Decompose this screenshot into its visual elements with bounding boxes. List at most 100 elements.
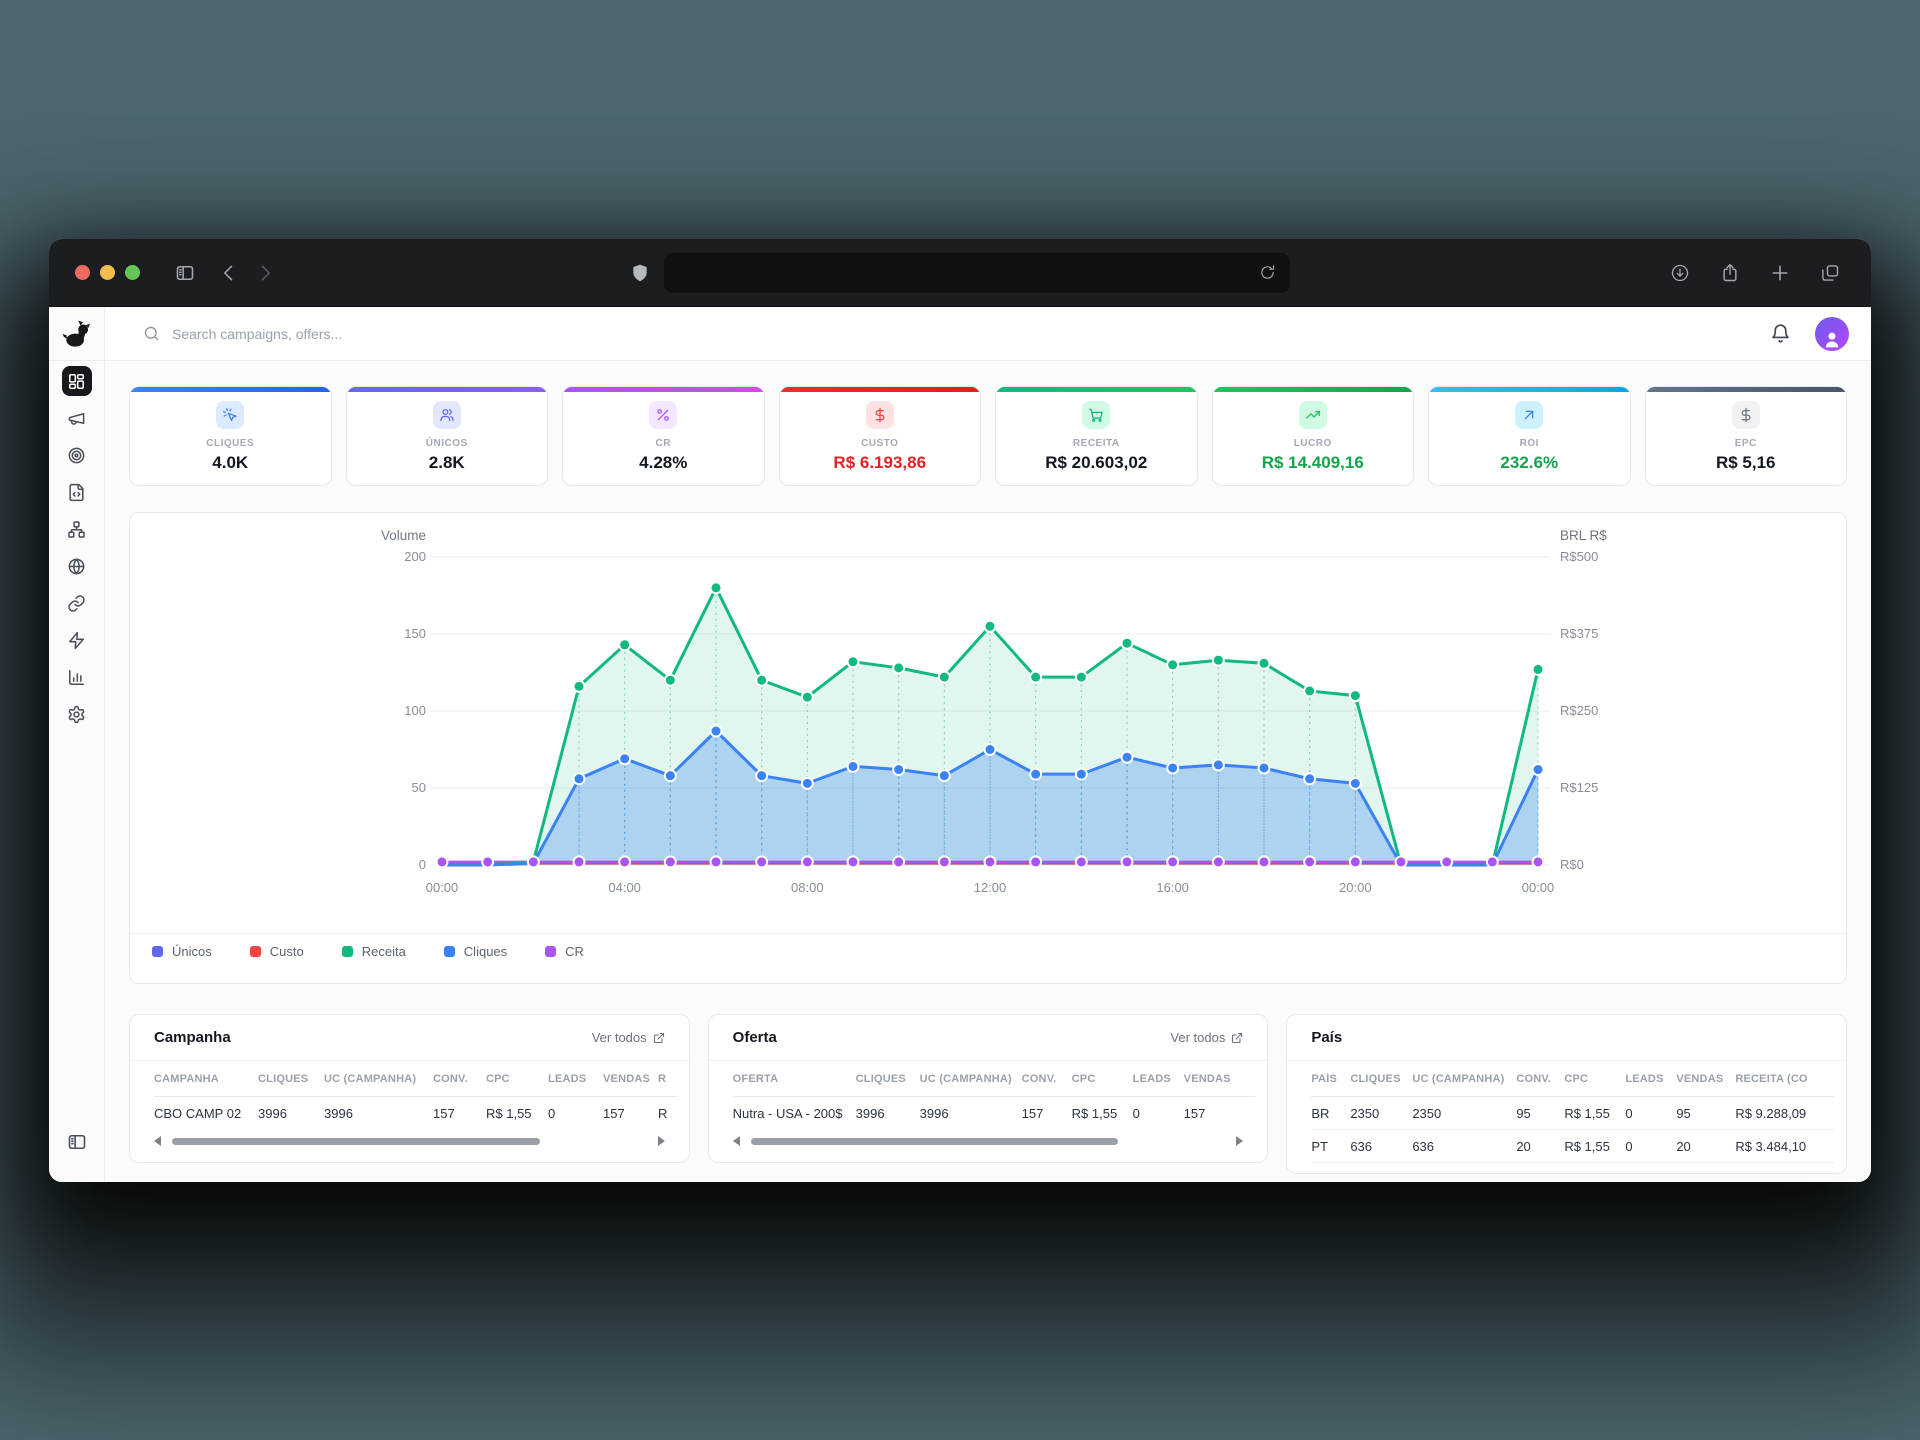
legend-item-cliques[interactable]: Cliques	[444, 944, 507, 959]
column-header: VENDAS	[1184, 1073, 1256, 1085]
target-icon	[67, 446, 86, 465]
scroll-right-arrow[interactable]	[1236, 1136, 1243, 1146]
table-row[interactable]: Nutra - USA - 200$39963996157R$ 1,550157	[733, 1097, 1256, 1130]
legend-item-cr[interactable]: CR	[545, 944, 584, 959]
gear-icon	[67, 705, 86, 724]
minimize-button[interactable]	[100, 265, 115, 280]
sidebar-item-campaigns[interactable]	[62, 403, 92, 433]
sidebar-item-domains[interactable]	[62, 551, 92, 581]
table-card-campanha: CampanhaVer todosCAMPANHACLIQUESUC (CAMP…	[129, 1014, 690, 1163]
column-header: CONV.	[1516, 1073, 1564, 1085]
table-card-header: OfertaVer todos	[709, 1015, 1268, 1061]
column-header: CLIQUES	[856, 1073, 920, 1085]
file-code-icon	[67, 483, 86, 502]
column-header: VENDAS	[603, 1073, 658, 1085]
kpi-value: R$ 6.193,86	[833, 453, 926, 473]
view-all-link[interactable]: Ver todos	[592, 1030, 665, 1045]
legend-item-receita[interactable]: Receita	[342, 944, 406, 959]
column-header: UC (CAMPANHA)	[920, 1073, 1022, 1085]
table-cell: Nutra - USA - 200$	[733, 1106, 856, 1121]
kpi-value: R$ 14.409,16	[1262, 453, 1364, 473]
view-all-link[interactable]: Ver todos	[1170, 1030, 1243, 1045]
url-field[interactable]	[664, 253, 1290, 293]
kpi-label: LUCRO	[1294, 438, 1332, 449]
scroll-left-arrow[interactable]	[733, 1136, 740, 1146]
legend-label: Custo	[270, 944, 304, 959]
table-cell: 0	[1625, 1106, 1676, 1121]
kpi-card-cliques: CLIQUES4.0K	[129, 386, 332, 486]
megaphone-icon	[67, 409, 86, 428]
table-cell: R$ 1,55	[1564, 1106, 1625, 1121]
table-row[interactable]: BR2350235095R$ 1,55095R$ 9.288,09	[1311, 1097, 1834, 1130]
download-icon[interactable]	[1665, 258, 1695, 288]
table-cell: 3996	[258, 1106, 324, 1121]
scrollbar-thumb[interactable]	[172, 1138, 540, 1145]
sidebar-item-links[interactable]	[62, 588, 92, 618]
legend-item-custo[interactable]: Custo	[250, 944, 304, 959]
kpi-icon-tile	[1515, 401, 1543, 429]
table-cell: 2350	[1412, 1106, 1516, 1121]
kpi-label: RECEITA	[1073, 438, 1120, 449]
forward-icon[interactable]	[250, 258, 280, 288]
table-cell: 636	[1350, 1139, 1412, 1154]
kpi-card-roi: ROI232.6%	[1428, 386, 1631, 486]
table-title: Campanha	[154, 1029, 231, 1046]
table-cell: 0	[1625, 1139, 1676, 1154]
close-button[interactable]	[75, 265, 90, 280]
table-cell: 157	[603, 1106, 658, 1121]
sidebar-item-flows[interactable]	[62, 514, 92, 544]
kpi-label: CUSTO	[861, 438, 898, 449]
search-input[interactable]: Search campaigns, offers...	[143, 325, 342, 342]
dog-logo-icon	[61, 318, 93, 350]
zoom-button[interactable]	[125, 265, 140, 280]
x-axis-tick: 00:00	[426, 880, 459, 895]
share-icon[interactable]	[1715, 258, 1745, 288]
sidebar-item-settings[interactable]	[62, 699, 92, 729]
chart-card: Volume BRL R$ 200150100500R$500R$375R$25…	[129, 512, 1847, 984]
new-tab-icon[interactable]	[1765, 258, 1795, 288]
table-cell: 3996	[856, 1106, 920, 1121]
scrollbar-thumb[interactable]	[751, 1138, 1119, 1145]
kpi-accent-bar	[1646, 387, 1847, 392]
x-axis-tick: 12:00	[974, 880, 1007, 895]
scroll-right-arrow[interactable]	[658, 1136, 665, 1146]
kpi-accent-bar	[996, 387, 1197, 392]
shield-icon[interactable]	[630, 262, 650, 284]
sidebar-toggle-icon[interactable]	[170, 258, 200, 288]
table-cell: 157	[433, 1106, 486, 1121]
x-axis-tick: 08:00	[791, 880, 824, 895]
tab-overview-icon[interactable]	[1815, 258, 1845, 288]
table-header-row: PAÍSCLIQUESUC (CAMPANHA)CONV.CPCLEADSVEN…	[1311, 1061, 1834, 1097]
table-card-pais: PaísPAÍSCLIQUESUC (CAMPANHA)CONV.CPCLEAD…	[1286, 1014, 1847, 1174]
legend-label: Únicos	[172, 944, 212, 959]
horizontal-scrollbar	[154, 1134, 665, 1150]
scroll-left-arrow[interactable]	[154, 1136, 161, 1146]
legend-label: Receita	[362, 944, 406, 959]
table-cell: 2350	[1350, 1106, 1412, 1121]
legend-item-unicos[interactable]: Únicos	[152, 944, 212, 959]
kpi-value: R$ 5,16	[1716, 453, 1776, 473]
sidebar-item-reports[interactable]	[62, 662, 92, 692]
table-row[interactable]: CBO CAMP 0239963996157R$ 1,550157R	[154, 1097, 677, 1130]
sidebar-item-landers[interactable]	[62, 477, 92, 507]
kpi-label: CR	[656, 438, 671, 449]
bell-icon[interactable]	[1770, 323, 1791, 344]
x-axis-tick: 16:00	[1156, 880, 1189, 895]
sidebar-item-dashboard[interactable]	[62, 366, 92, 396]
kpi-icon-tile	[866, 401, 894, 429]
table-cell: R$ 3.484,10	[1735, 1139, 1834, 1154]
external-link-icon	[653, 1032, 665, 1044]
sidebar-item-offers[interactable]	[62, 440, 92, 470]
kpi-icon-tile	[433, 401, 461, 429]
back-icon[interactable]	[214, 258, 244, 288]
table-row[interactable]: PT63663620R$ 1,55020R$ 3.484,10	[1311, 1130, 1834, 1163]
reload-icon[interactable]	[1256, 262, 1278, 284]
table-cell: 636	[1412, 1139, 1516, 1154]
users-icon	[439, 407, 455, 423]
avatar[interactable]	[1815, 317, 1849, 351]
legend-swatch	[152, 946, 163, 957]
sidebar-item-automation[interactable]	[62, 625, 92, 655]
right-axis-tick: R$500	[1560, 549, 1598, 564]
kpi-card-unicos: ÚNICOS2.8K	[346, 386, 549, 486]
sidebar-collapse-button[interactable]	[49, 1132, 104, 1152]
